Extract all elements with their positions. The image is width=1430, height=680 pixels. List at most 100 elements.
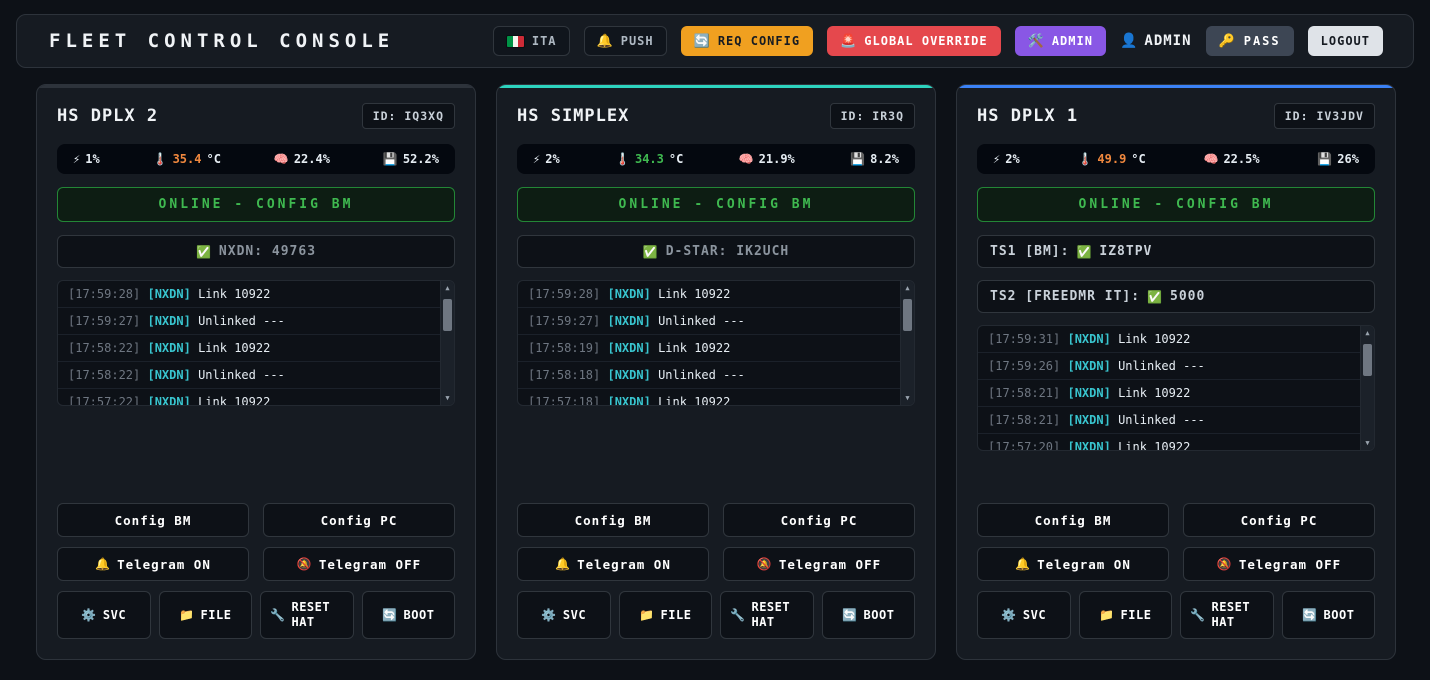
global-override-button[interactable]: 🚨 GLOBAL OVERRIDE [827,26,1001,56]
logged-in-user: 👤 ADMIN [1120,33,1192,49]
ram-stat: 🧠 22.4% [274,152,330,166]
scroll-down-arrow[interactable]: ▼ [445,391,449,405]
key-icon: 🔑 [1219,35,1237,48]
config-pc-button[interactable]: Config PC [723,503,915,537]
folder-icon: 📁 [639,608,654,622]
telegram-on-button[interactable]: 🔔Telegram ON [977,547,1169,581]
reset-hat-button[interactable]: 🔧RESET HAT [1180,591,1274,639]
log-line: [17:57:22] [NXDN] Link 10922 [58,389,454,406]
pass-button[interactable]: 🔑 PASS [1206,26,1294,56]
reboot-icon: 🔄 [382,608,397,622]
logout-button[interactable]: LOGOUT [1308,26,1383,56]
scrollbar[interactable]: ▲ ▼ [440,281,454,405]
language-button[interactable]: ITA [493,26,570,56]
card-spacer [977,451,1375,493]
scroll-up-arrow[interactable]: ▲ [1365,326,1369,340]
config-bm-button[interactable]: Config BM [977,503,1169,537]
log-line: [17:58:22] [NXDN] Unlinked --- [58,362,454,389]
siren-icon: 🚨 [840,35,857,48]
config-button-row: Config BM Config PC [517,503,915,537]
config-pc-button[interactable]: Config PC [263,503,455,537]
log-line: [17:57:18] [NXDN] Link 10922 [518,389,914,406]
reset-hat-button[interactable]: 🔧RESET HAT [260,591,354,639]
card-accent-bar [497,85,935,88]
scroll-down-arrow[interactable]: ▼ [905,391,909,405]
ram-value: 21.9% [759,152,795,166]
svc-button[interactable]: ⚙️SVC [517,591,611,639]
telegram-off-button[interactable]: 🔕Telegram OFF [723,547,915,581]
log-line: [17:59:26] [NXDN] Unlinked --- [978,353,1374,380]
telegram-button-row: 🔔Telegram ON 🔕Telegram OFF [517,547,915,581]
boot-button[interactable]: 🔄BOOT [822,591,916,639]
push-button[interactable]: 🔔 PUSH [584,26,667,56]
scrollbar[interactable]: ▲ ▼ [1360,326,1374,450]
temp-value: 34.3 [635,152,664,166]
log-panel[interactable]: [17:59:31] [NXDN] Link 10922 [17:59:26] … [977,325,1375,451]
telegram-button-row: 🔔Telegram ON 🔕Telegram OFF [57,547,455,581]
log-panel[interactable]: [17:59:28] [NXDN] Link 10922 [17:59:27] … [517,280,915,406]
folder-icon: 📁 [179,608,194,622]
app-title: FLEET CONTROL CONSOLE [49,30,394,52]
stats-bar: ⚡ 2% 🌡️ 49.9°C 🧠 22.5% 💾 26% [977,144,1375,174]
device-title: HS SIMPLEX [517,106,629,126]
scrollbar-thumb[interactable] [903,299,912,331]
config-button-row: Config BM Config PC [977,503,1375,537]
file-button[interactable]: 📁FILE [619,591,713,639]
floppy-icon: 💾 [850,152,865,166]
telegram-off-button[interactable]: 🔕Telegram OFF [1183,547,1375,581]
bell-icon: 🔔 [1015,557,1031,571]
scrollbar[interactable]: ▲ ▼ [900,281,914,405]
device-card-hs-dplx-2: HS DPLX 2 ID: IQ3XQ ⚡ 1% 🌡️ 35.4°C 🧠 22.… [36,84,476,660]
scroll-up-arrow[interactable]: ▲ [445,281,449,295]
ram-value: 22.5% [1223,152,1259,166]
bell-off-icon: 🔕 [297,557,313,571]
scroll-down-arrow[interactable]: ▼ [1365,436,1369,450]
file-button[interactable]: 📁FILE [1079,591,1173,639]
card-accent-bar [37,85,475,88]
telegram-off-button[interactable]: 🔕Telegram OFF [263,547,455,581]
disk-stat: 💾 52.2% [383,152,439,166]
card-spacer [57,406,455,493]
cpu-value: 2% [1005,152,1019,166]
config-button-row: Config BM Config PC [57,503,455,537]
boot-button[interactable]: 🔄BOOT [362,591,456,639]
bell-icon: 🔔 [555,557,571,571]
log-line: [17:58:18] [NXDN] Unlinked --- [518,362,914,389]
log-line: [17:59:27] [NXDN] Unlinked --- [58,308,454,335]
header-bar: FLEET CONTROL CONSOLE ITA 🔔 PUSH 🔄 REQ C… [16,14,1414,68]
temp-unit: °C [1131,152,1145,166]
log-panel[interactable]: [17:59:28] [NXDN] Link 10922 [17:59:27] … [57,280,455,406]
temp-value: 49.9 [1097,152,1126,166]
log-line: [17:57:20] [NXDN] Link 10922 [978,434,1374,451]
cards-row: HS DPLX 2 ID: IQ3XQ ⚡ 1% 🌡️ 35.4°C 🧠 22.… [36,84,1396,660]
svc-button[interactable]: ⚙️SVC [977,591,1071,639]
stats-bar: ⚡ 1% 🌡️ 35.4°C 🧠 22.4% 💾 52.2% [57,144,455,174]
status-banner: ONLINE - CONFIG BM [517,187,915,222]
scroll-up-arrow[interactable]: ▲ [905,281,909,295]
check-icon: ✅ [1076,245,1092,259]
file-button[interactable]: 📁FILE [159,591,253,639]
check-icon: ✅ [196,245,212,259]
admin-panel-button[interactable]: 🛠️ ADMIN [1015,26,1106,56]
header-actions: ITA 🔔 PUSH 🔄 REQ CONFIG 🚨 GLOBAL OVERRID… [493,26,1383,56]
bell-off-icon: 🔕 [757,557,773,571]
req-config-button[interactable]: 🔄 REQ CONFIG [681,26,813,56]
telegram-on-button[interactable]: 🔔Telegram ON [517,547,709,581]
bell-icon: 🔔 [95,557,111,571]
scrollbar-thumb[interactable] [1363,344,1372,376]
scrollbar-thumb[interactable] [443,299,452,331]
device-id-badge: ID: IR3Q [830,103,915,129]
reset-hat-button[interactable]: 🔧RESET HAT [720,591,814,639]
svc-button[interactable]: ⚙️SVC [57,591,151,639]
temp-value: 35.4 [173,152,202,166]
boot-button[interactable]: 🔄BOOT [1282,591,1376,639]
cpu-value: 1% [85,152,99,166]
config-bm-button[interactable]: Config BM [57,503,249,537]
config-bm-button[interactable]: Config BM [517,503,709,537]
user-icon: 👤 [1120,33,1138,49]
disk-stat: 💾 26% [1317,152,1359,166]
config-pc-button[interactable]: Config PC [1183,503,1375,537]
device-card-hs-simplex: HS SIMPLEX ID: IR3Q ⚡ 2% 🌡️ 34.3°C 🧠 21.… [496,84,936,660]
telegram-on-button[interactable]: 🔔Telegram ON [57,547,249,581]
gear-icon: ⚙️ [541,608,556,622]
